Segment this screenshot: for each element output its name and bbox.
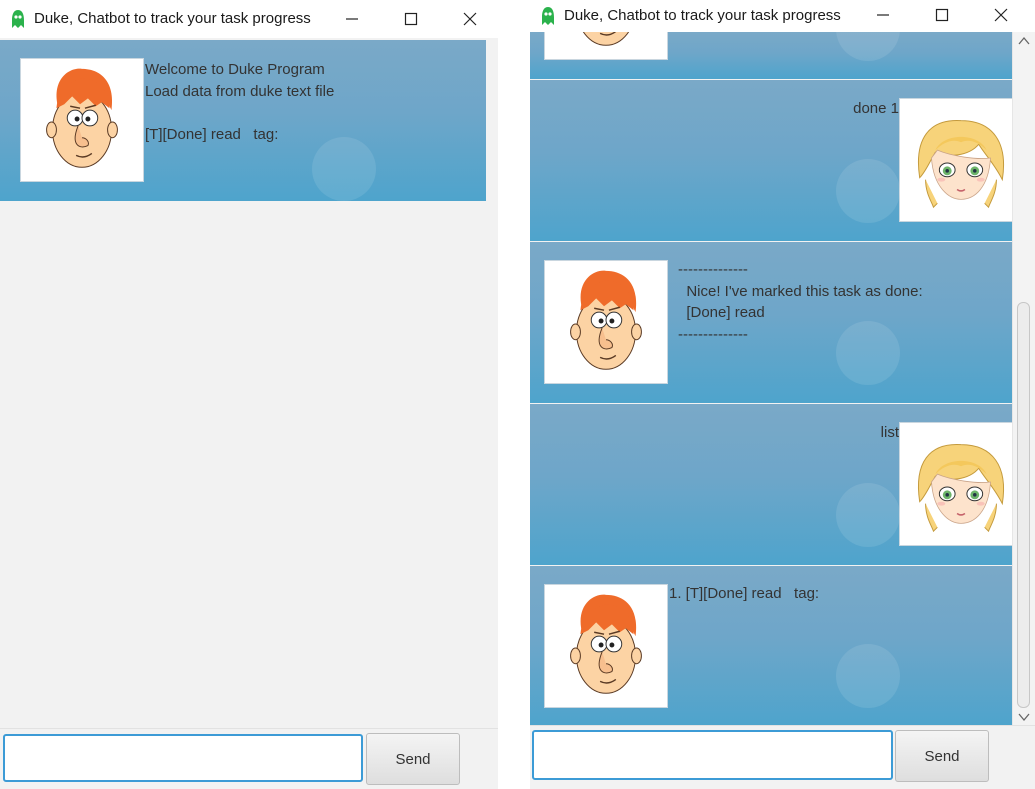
maximize-button[interactable] xyxy=(396,6,426,32)
right-chat-window: Duke, Chatbot to track your task progres… xyxy=(530,0,1035,789)
minimize-button[interactable] xyxy=(868,2,898,28)
close-icon xyxy=(463,12,477,26)
user-avatar xyxy=(899,422,1013,546)
vertical-scrollbar[interactable] xyxy=(1012,32,1035,726)
message-input[interactable] xyxy=(3,734,363,782)
dialog-text: -------------- Nice! I've marked this ta… xyxy=(678,261,923,343)
title-bar[interactable]: Duke, Chatbot to track your task progres… xyxy=(530,0,1035,33)
dialog-text: 1. [T][Done] read tag: xyxy=(669,585,820,602)
input-bar: Send xyxy=(530,725,1035,789)
dialog-container[interactable]: Welcome to Duke Program Load data from d… xyxy=(0,38,498,730)
dialog-text: Welcome to Duke Program Load data from d… xyxy=(145,61,335,143)
send-button[interactable]: Send xyxy=(895,730,989,782)
user-dialog xyxy=(530,32,1013,79)
duke-avatar xyxy=(544,584,668,708)
duke-dialog: -------------- Nice! I've marked this ta… xyxy=(530,242,1013,403)
input-bar: Send xyxy=(0,728,498,789)
duke-dialog: Welcome to Duke Program Load data from d… xyxy=(0,40,486,201)
minimize-icon xyxy=(346,18,358,20)
app-icon xyxy=(12,10,24,28)
title-bar[interactable]: Duke, Chatbot to track your task progres… xyxy=(0,0,498,39)
dialog-text: list xyxy=(880,424,899,441)
duke-avatar xyxy=(544,260,668,384)
send-button[interactable]: Send xyxy=(366,733,460,785)
duke-dialog: 1. [T][Done] read tag: xyxy=(530,566,1013,726)
duke-avatar xyxy=(20,58,144,182)
dialog-text: done 1 xyxy=(853,100,899,117)
window-title: Duke, Chatbot to track your task progres… xyxy=(564,7,841,24)
scroll-down-icon[interactable] xyxy=(1018,712,1030,722)
close-icon xyxy=(994,8,1008,22)
maximize-icon xyxy=(404,12,418,26)
minimize-button[interactable] xyxy=(337,6,367,32)
window-title: Duke, Chatbot to track your task progres… xyxy=(34,10,311,27)
user-avatar xyxy=(899,98,1013,222)
duke-avatar xyxy=(544,32,668,60)
app-icon xyxy=(542,7,554,25)
user-dialog: list xyxy=(530,404,1013,565)
scroll-thumb[interactable] xyxy=(1017,302,1030,708)
close-button[interactable] xyxy=(455,6,485,32)
dialog-container[interactable]: done 1 -------------- Nice! I've marked … xyxy=(530,32,1013,726)
user-dialog: done 1 xyxy=(530,80,1013,241)
message-input[interactable] xyxy=(532,730,893,780)
close-button[interactable] xyxy=(986,2,1016,28)
scroll-up-icon[interactable] xyxy=(1018,36,1030,46)
minimize-icon xyxy=(877,14,889,16)
maximize-button[interactable] xyxy=(927,2,957,28)
left-chat-window: Duke, Chatbot to track your task progres… xyxy=(0,0,498,789)
maximize-icon xyxy=(935,8,949,22)
